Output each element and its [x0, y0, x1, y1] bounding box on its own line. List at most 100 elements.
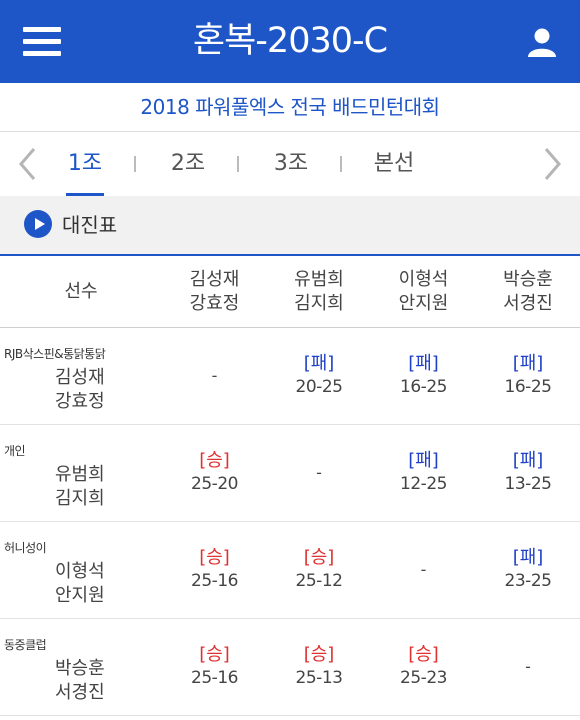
match-cell: [승] 25-20 — [162, 424, 267, 522]
club-name: RJB삭스핀&통닭통닭 — [4, 347, 106, 361]
player-cell: 동중클럽박승훈서경진 — [0, 618, 162, 716]
player-name-1: 박승훈 — [55, 658, 105, 679]
match-score: 25-12 — [295, 571, 343, 591]
match-result: [패] — [512, 547, 544, 568]
self-match-placeholder: - — [316, 463, 322, 482]
player-names: 유범희김지희 — [55, 463, 105, 511]
match-cell: [패] 20-25 — [267, 327, 371, 425]
match-cell: [패] 23-25 — [476, 521, 580, 619]
tab-group-1[interactable]: 1조 — [62, 132, 108, 196]
self-match-placeholder: - — [211, 366, 218, 385]
page-title: 혼복-2030-C — [192, 21, 388, 61]
table-row: RJB삭스핀&통닭통닭김성재강효정 - [패] 20-25 [패] 16-25 [패] 16-… — [0, 327, 580, 425]
player-names: 박승훈서경진 — [55, 657, 105, 705]
match-score: 25-20 — [191, 474, 238, 494]
column-header-player: 선수 — [0, 256, 162, 328]
column-name-1: 김성재 — [189, 268, 240, 290]
column-name-2: 김지희 — [294, 292, 344, 314]
section-label: 대진표 — [62, 213, 118, 237]
match-cell: - — [162, 327, 267, 425]
player-cell: 허니성이이형석 안지원 — [0, 521, 162, 619]
column-header: 유범희 김지희 — [267, 256, 371, 328]
match-score: 25-16 — [191, 668, 238, 688]
player-name-2: 서경진 — [55, 682, 105, 703]
match-score: 25-16 — [191, 571, 238, 591]
match-result: [승] — [303, 547, 335, 568]
table-row: 개인유범희김지희 [승] 25-20 - [패] 12-25 [패] 13-25 — [0, 424, 580, 522]
match-result: [패] — [512, 450, 544, 471]
user-icon[interactable] — [526, 26, 558, 58]
match-cell: [승] 25-16 — [162, 521, 267, 619]
match-score: 16-25 — [504, 377, 552, 397]
club-name: 동중클럽 — [4, 638, 47, 652]
player-name-2: 강효정 — [55, 391, 105, 412]
column-name-1: 박승훈 — [503, 268, 553, 290]
player-name-1: 김성재 — [55, 367, 105, 388]
match-cell: [패] 13-25 — [476, 424, 580, 522]
match-score: 20-25 — [295, 377, 343, 397]
chevron-left-icon[interactable] — [14, 146, 42, 182]
match-result: [승] — [408, 644, 439, 665]
match-result: [패] — [512, 353, 544, 374]
match-cell: - — [476, 618, 580, 716]
match-cell: [승] 25-16 — [162, 618, 267, 716]
match-result: [승] — [199, 644, 230, 665]
play-icon — [24, 210, 52, 238]
player-name-1: 유범희 — [55, 464, 105, 485]
match-result: [패] — [408, 450, 439, 471]
match-score: 16-25 — [400, 377, 447, 397]
player-names: 이형석 안지원 — [55, 560, 105, 608]
tab-finals[interactable]: 본선 — [368, 132, 420, 196]
table-header-row: 선수 김성재 강효정 유범희 김지희 이형석 안지원 박승훈 서경진 — [0, 256, 580, 328]
table-row: 허니성이이형석 안지원 [승] 25-16 [승] 25-12 - [패] 23-25 — [0, 521, 580, 619]
player-name-2: 안지원 — [55, 585, 105, 606]
match-result: [패] — [408, 353, 439, 374]
table-row: 동중클럽박승훈서경진 [승] 25-16 [승] 25-13 [승] 25-23 - — [0, 618, 580, 716]
tab-separator — [134, 156, 136, 172]
match-score: 25-13 — [295, 668, 343, 688]
column-name-2: 안지원 — [398, 292, 449, 314]
tab-separator — [237, 156, 239, 172]
match-result: [승] — [199, 547, 230, 568]
column-header: 박승훈 서경진 — [476, 256, 580, 328]
match-result: [승] — [303, 644, 335, 665]
match-cell: [패] 16-25 — [476, 327, 580, 425]
match-cell: [패] 12-25 — [371, 424, 476, 522]
column-header: 김성재 강효정 — [162, 256, 267, 328]
column-name-1: 유범희 — [294, 268, 344, 290]
player-name-2: 김지희 — [55, 488, 105, 509]
match-cell: [승] 25-13 — [267, 618, 371, 716]
match-score: 25-23 — [400, 668, 447, 688]
match-score: 23-25 — [504, 571, 552, 591]
match-cell: - — [371, 521, 476, 619]
match-score: 12-25 — [400, 474, 447, 494]
player-header-label: 선수 — [64, 280, 98, 302]
match-cell: - — [267, 424, 371, 522]
column-header: 이형석 안지원 — [371, 256, 476, 328]
column-name-2: 서경진 — [503, 292, 553, 314]
self-match-placeholder: - — [420, 560, 427, 579]
bracket-table: 선수 김성재 강효정 유범희 김지희 이형석 안지원 박승훈 서경진 RJB삭스핀&통닭… — [0, 256, 580, 716]
column-name-1: 이형석 — [398, 268, 449, 290]
tab-separator — [340, 156, 342, 172]
tournament-name: 2018 파워풀엑스 전국 배드민턴대회 — [0, 83, 580, 132]
tab-group-3[interactable]: 3조 — [268, 132, 314, 196]
app-header: 혼복-2030-C — [0, 0, 580, 83]
match-cell: [패] 16-25 — [371, 327, 476, 425]
match-cell: [승] 25-23 — [371, 618, 476, 716]
match-result: [패] — [303, 353, 335, 374]
player-cell: RJB삭스핀&통닭통닭김성재강효정 — [0, 327, 162, 425]
club-name: 개인 — [4, 444, 26, 458]
match-result: [승] — [199, 450, 230, 471]
column-name-2: 강효정 — [189, 292, 240, 314]
group-tabs: 1조 2조 3조 본선 — [0, 132, 580, 196]
tab-group-2[interactable]: 2조 — [165, 132, 211, 196]
match-score: 13-25 — [504, 474, 552, 494]
bracket-section-header[interactable]: 대진표 — [0, 196, 580, 256]
chevron-right-icon[interactable] — [538, 146, 566, 182]
self-match-placeholder: - — [525, 657, 531, 676]
player-cell: 개인유범희김지희 — [0, 424, 162, 522]
club-name: 허니성이 — [4, 541, 47, 555]
player-names: 김성재강효정 — [55, 366, 105, 414]
match-cell: [승] 25-12 — [267, 521, 371, 619]
